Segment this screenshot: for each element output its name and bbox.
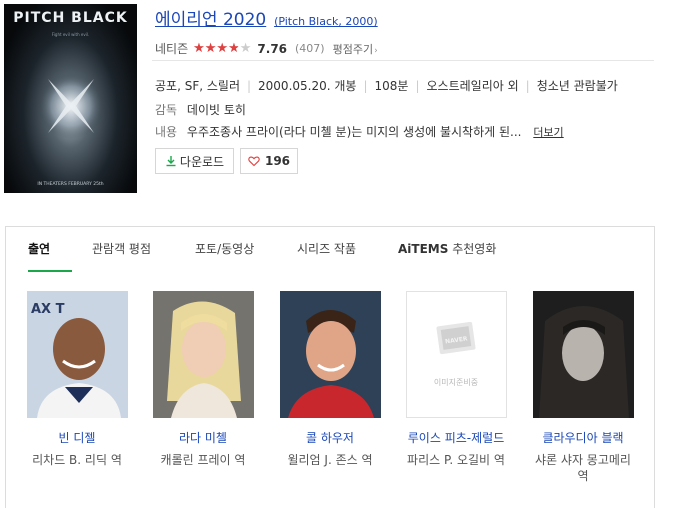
active-tab-indicator <box>28 270 72 272</box>
movie-info-row: 공포, SF, 스릴러 | 2000.05.20. 개봉 | 108분 | 오스트레일리아 … <box>155 77 618 94</box>
cast-photo[interactable] <box>279 291 381 418</box>
svg-text:AX T: AX T <box>31 302 65 317</box>
separator: | <box>415 79 420 93</box>
movie-original-title-link[interactable]: (Pitch Black, 2000) <box>274 15 378 28</box>
tab-series[interactable]: 시리즈 작품 <box>297 240 356 257</box>
stars-filled: ★★★★★ <box>193 41 239 56</box>
movie-title-link[interactable]: 에이리언 2020 <box>155 10 266 30</box>
poster-footer: IN THEATERS FEBRUARY 25th <box>37 182 104 187</box>
title-row: 에이리언 2020 (Pitch Black, 2000) <box>155 5 378 30</box>
age-rating: 청소년 관람불가 <box>536 79 618 93</box>
cast-panel: 출연 관람객 평점 포토/동영상 시리즈 작품 AiTEMS 추천영화 AX T… <box>5 226 655 508</box>
genre[interactable]: 공포, SF, 스릴러 <box>155 79 240 93</box>
tab-photo-video[interactable]: 포토/동영상 <box>195 240 254 257</box>
like-button[interactable]: 196 <box>240 148 298 174</box>
cast-name[interactable]: 라다 미첼 <box>152 430 254 446</box>
director-name-link[interactable]: 데이빗 토히 <box>187 103 246 117</box>
tab-bar: 출연 관람객 평점 포토/동영상 시리즈 작품 AiTEMS 추천영화 <box>6 227 654 272</box>
header-divider <box>152 60 654 61</box>
cast-photo-image <box>279 291 381 418</box>
tab-cast[interactable]: 출연 <box>28 240 50 257</box>
poster-x-graphic <box>37 73 104 140</box>
more-link[interactable]: 더보기 <box>533 126 563 139</box>
rate-link-label: 평점주기 <box>332 42 374 56</box>
cast-photo[interactable] <box>152 291 254 418</box>
separator: | <box>246 79 252 93</box>
release-date[interactable]: 2000.05.20. 개봉 <box>258 79 356 93</box>
cast-name[interactable]: 콜 하우저 <box>279 430 381 446</box>
download-label: 다운로드 <box>179 154 225 169</box>
cast-name[interactable]: 빈 디젤 <box>26 430 128 446</box>
cast-role: 파리스 P. 오길비 역 <box>407 453 505 467</box>
cast-member[interactable]: 콜 하우저 윌리엄 J. 존스 역 <box>279 291 381 468</box>
country[interactable]: 오스트레일리아 외 <box>427 79 519 93</box>
chevron-right-icon: › <box>374 45 378 56</box>
cast-photo-placeholder[interactable]: NAVER 이미지준비중 <box>405 291 507 418</box>
cast-member[interactable]: AX T 빈 디젤 리차드 B. 리딕 역 <box>26 291 128 468</box>
rating-score: 7.76 <box>257 41 288 56</box>
cast-member[interactable]: 라다 미첼 캐롤린 프레이 역 <box>152 291 254 468</box>
plot-label: 내용 <box>155 125 178 139</box>
poster-title: PITCH BLACK <box>13 10 128 26</box>
tab-reviews[interactable]: 관람객 평점 <box>92 240 151 257</box>
cast-role: 캐롤린 프레이 역 <box>160 453 246 467</box>
runtime: 108분 <box>374 79 409 93</box>
director-row: 감독 데이빗 토히 <box>155 101 246 118</box>
cast-photo-image: AX T <box>26 291 128 418</box>
cast-name[interactable]: 클라우디아 블랙 <box>532 430 634 446</box>
separator: | <box>525 79 530 93</box>
rating-count: (407) <box>295 42 325 55</box>
download-icon <box>166 156 176 167</box>
rating-row: 네티즌 ★★★★★ ★★★★★ 7.76 (407) 평점주기› <box>155 40 378 57</box>
heart-icon <box>248 156 260 167</box>
download-button[interactable]: 다운로드 <box>155 148 234 174</box>
plot-row: 내용 우주조종사 프라이(라다 미첼 분)는 미지의 생성에 불시착하게 된..… <box>155 123 564 140</box>
rate-movie-link[interactable]: 평점주기› <box>333 41 378 57</box>
cast-member[interactable]: NAVER 이미지준비중 루이스 피츠-제럴드 파리스 P. 오길비 역 <box>405 291 507 468</box>
rating-label: 네티즌 <box>155 42 189 56</box>
cast-photo-image <box>152 291 254 418</box>
cast-role: 윌리엄 J. 존스 역 <box>287 453 373 467</box>
cast-role: 리차드 B. 리딕 역 <box>32 453 122 467</box>
like-count: 196 <box>264 154 291 168</box>
no-image-label: 이미지준비중 <box>433 378 479 387</box>
movie-poster[interactable]: PITCH BLACK Fight evil with evil. IN THE… <box>4 4 137 193</box>
tab-recommend[interactable]: AiTEMS 추천영화 <box>398 240 496 257</box>
cast-member[interactable]: 클라우디아 블랙 샤론 샤자 몽고메리 역 <box>532 291 634 484</box>
tab-recommend-label: 추천영화 <box>452 242 497 256</box>
cast-name[interactable]: 루이스 피츠-제럴드 <box>405 430 507 446</box>
cast-photo-image <box>532 291 634 418</box>
aitems-logo: AiTEMS <box>398 242 449 256</box>
plot-summary: 우주조종사 프라이(라다 미첼 분)는 미지의 생성에 불시착하게 된... <box>186 125 522 139</box>
poster-tagline: Fight evil with evil. <box>51 32 90 37</box>
cast-photo[interactable]: AX T <box>26 291 128 418</box>
no-image-icon: NAVER <box>436 322 476 355</box>
star-rating: ★★★★★ ★★★★★ <box>193 41 251 56</box>
cast-photo[interactable] <box>532 291 634 418</box>
separator: | <box>363 79 368 93</box>
director-label: 감독 <box>155 103 178 117</box>
cast-role: 샤론 샤자 몽고메리 역 <box>535 453 631 483</box>
